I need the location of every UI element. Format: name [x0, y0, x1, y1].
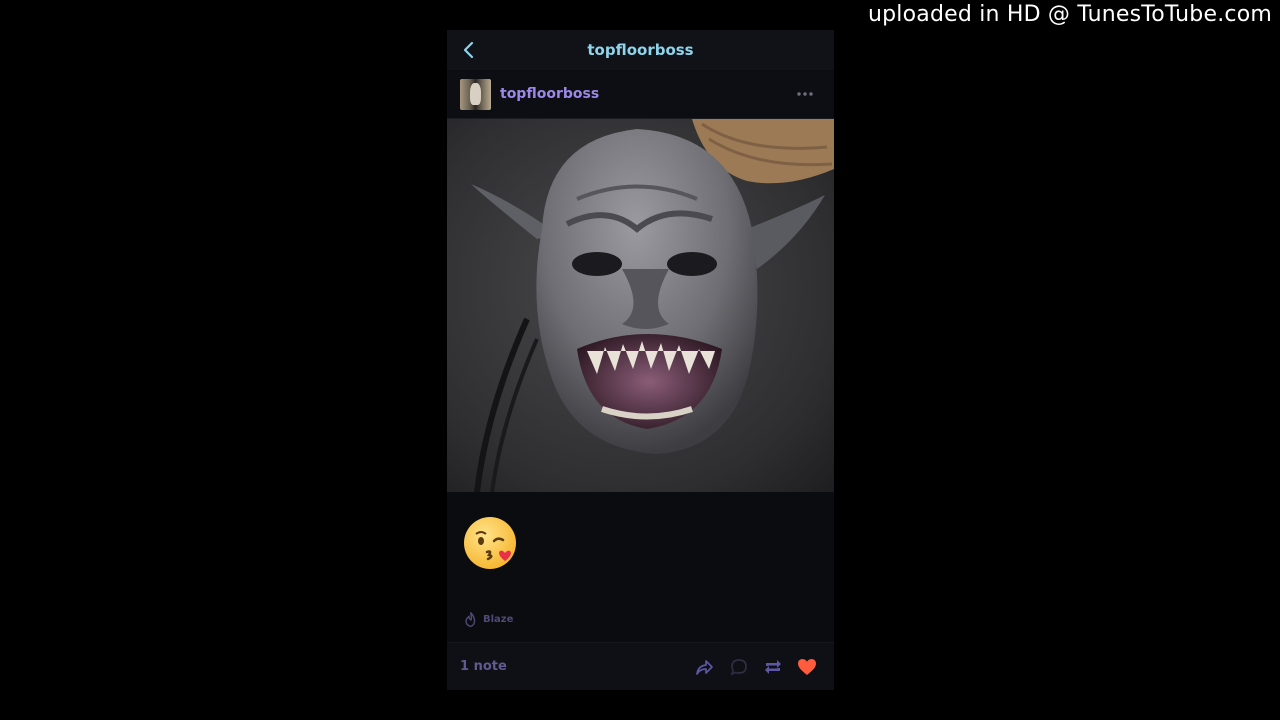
avatar-face [470, 83, 481, 105]
face-blowing-kiss-emoji [464, 517, 516, 569]
post-footer: 1 note [447, 642, 834, 690]
post-photo[interactable] [447, 119, 834, 492]
avatar[interactable] [460, 79, 491, 110]
heart-icon[interactable] [796, 656, 818, 678]
page-title[interactable]: topfloorboss [587, 41, 693, 59]
watermark-text: uploaded in HD @ TunesToTube.com [867, 2, 1272, 27]
ellipsis-icon[interactable] [794, 83, 816, 105]
blog-name-link[interactable]: topfloorboss [500, 86, 599, 102]
notes-count[interactable]: 1 note [460, 659, 507, 674]
blaze-button[interactable]: Blaze [462, 611, 513, 628]
top-navigation-bar: topfloorboss [447, 30, 834, 70]
reblog-icon[interactable] [762, 656, 784, 678]
chevron-left-icon[interactable] [457, 38, 481, 62]
share-icon[interactable] [693, 656, 715, 678]
reply-icon[interactable] [728, 656, 750, 678]
post-header: topfloorboss [447, 71, 834, 119]
flame-icon [465, 612, 476, 628]
blaze-label: Blaze [483, 614, 514, 625]
app-window: topfloorboss topfloorboss Blaze 1 note [447, 30, 834, 690]
